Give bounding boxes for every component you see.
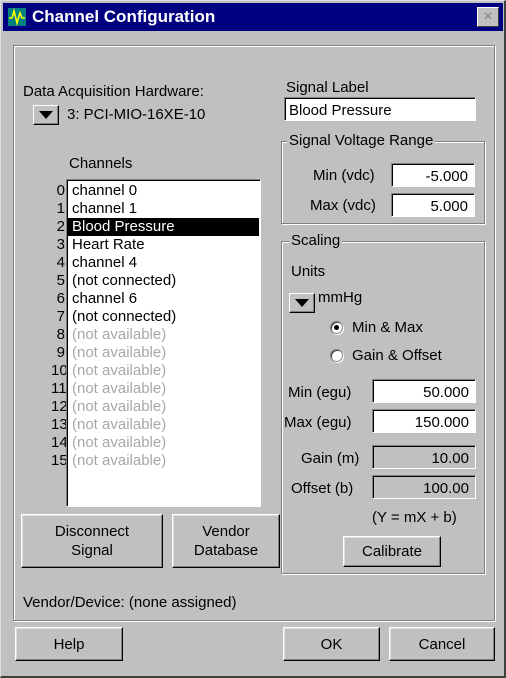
channel-list-item: (not available) [72,398,167,415]
chevron-down-icon [295,299,309,307]
signal-wave-icon [8,8,26,26]
window-title: Channel Configuration [32,7,216,26]
max-egu-input[interactable] [372,409,476,433]
channel-list-item[interactable]: (not connected) [68,272,259,290]
radio-selected-dot [334,325,339,330]
offset-label: Offset (b) [291,480,354,497]
ok-label: OK [320,635,343,653]
units-dropdown-button[interactable] [289,293,315,313]
channel-index: 11 [51,380,67,397]
vendor-device-text: Vendor/Device: (none assigned) [23,594,237,611]
vendor-database-button[interactable]: Vendor Database [172,514,280,568]
channel-list-item[interactable]: Blood Pressure [68,218,259,236]
signal-label-input[interactable] [284,97,476,121]
channel-list-item[interactable]: Heart Rate [68,236,259,254]
radio-min-max[interactable] [330,321,343,334]
channel-index: 0 [56,182,65,199]
min-egu-input[interactable] [372,379,476,403]
title-bar[interactable]: Channel Configuration × [3,3,503,31]
channel-list-item: (not available) [72,434,167,451]
channels-header: Channels [69,155,133,172]
channel-index: 2 [56,218,65,235]
channel-configuration-dialog: Channel Configuration × Data Acquisition… [0,0,506,678]
channel-index: 14 [51,434,68,451]
scaling-legend: Scaling [289,232,343,250]
gain-label: Gain (m) [301,450,360,467]
channel-index: 4 [56,254,65,271]
close-button[interactable]: × [477,7,499,27]
offset-field [372,475,476,499]
cancel-label: Cancel [418,635,466,653]
channel-list-item[interactable]: channel 6 [68,290,259,308]
ok-button[interactable]: OK [283,627,380,661]
help-label: Help [53,635,85,653]
gain-field [372,445,476,469]
channel-list-item[interactable]: (not connected) [68,308,259,326]
channel-list-item[interactable]: channel 1 [68,200,259,218]
channel-index: 12 [51,398,68,415]
channel-index: 7 [56,308,65,325]
units-label: Units [291,263,326,280]
min-vdc-input[interactable] [391,163,475,187]
disconnect-signal-label: Disconnect Signal [54,523,130,559]
hardware-dropdown-button[interactable] [33,105,59,125]
calibrate-label: Calibrate [361,543,423,560]
channel-index-column: 0 1 2 3 4 5 6 7 8 9 10 11 12 13 14 15 [51,182,68,470]
max-vdc-label: Max (vdc) [310,197,376,214]
channel-list-item: (not available) [72,452,167,469]
min-vdc-label: Min (vdc) [313,167,375,184]
channel-index: 6 [56,290,65,307]
chevron-down-icon [39,111,53,119]
channel-index: 8 [56,326,65,343]
max-vdc-input[interactable] [391,193,475,217]
channel-index: 3 [56,236,65,253]
units-value: mmHg [318,289,363,306]
channel-list-item: (not available) [72,416,167,433]
cancel-button[interactable]: Cancel [389,627,495,661]
radio-min-max-label[interactable]: Min & Max [352,319,423,337]
signal-label-caption: Signal Label [286,79,369,96]
min-egu-label: Min (egu) [288,384,352,401]
channel-list-item: (not available) [72,362,167,379]
channel-list-item: (not available) [72,326,167,343]
hardware-value: 3: PCI-MIO-16XE-10 [67,106,206,123]
channel-list-item[interactable]: channel 0 [68,182,259,200]
channels-listbox[interactable]: channel 0 channel 1 Blood Pressure Heart Ra… [66,179,261,507]
radio-gain-offset[interactable] [330,349,343,362]
channel-list-item: (not available) [72,344,167,361]
channel-index: 5 [56,272,65,289]
hardware-label: Data Acquisition Hardware: [23,83,204,100]
formula-text: (Y = mX + b) [372,509,457,526]
max-egu-label: Max (egu) [284,414,352,431]
vendor-database-label: Vendor Database [193,523,259,559]
voltage-range-legend: Signal Voltage Range [287,132,436,150]
disconnect-signal-button[interactable]: Disconnect Signal [21,514,163,568]
channel-list-item[interactable]: channel 4 [68,254,259,272]
channel-index: 1 [56,200,65,217]
help-button[interactable]: Help [15,627,123,661]
channel-index: 15 [51,452,68,469]
channel-list-item: (not available) [72,380,167,397]
channel-index: 13 [51,416,68,433]
calibrate-button[interactable]: Calibrate [343,536,441,567]
channel-index: 9 [56,344,65,361]
channel-index: 10 [51,362,68,379]
radio-gain-offset-label[interactable]: Gain & Offset [352,347,442,365]
